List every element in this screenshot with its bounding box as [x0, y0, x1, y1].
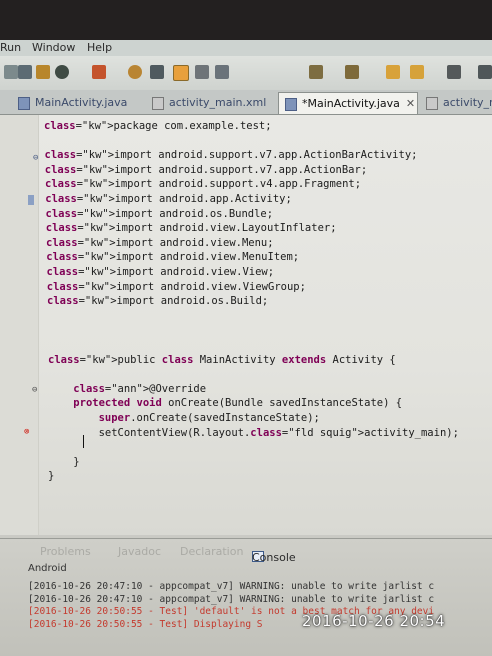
- console-line: [2016-10-26 20:47:10 - appcompat_v7] WAR…: [28, 581, 435, 592]
- toolbar: [0, 56, 492, 91]
- tab-javadoc[interactable]: Javadoc: [118, 545, 161, 558]
- code-line: protected void onCreate(Bundle savedInst…: [73, 397, 403, 410]
- annotation-next-icon[interactable]: [309, 65, 323, 79]
- code-line: class="kw">import android.view.LayoutInf…: [45, 222, 337, 235]
- tab-activity-main-xml[interactable]: activity_main.xml: [146, 92, 278, 114]
- java-file-icon: [285, 97, 297, 111]
- console-tab-bar: Problems Javadoc Declaration Console: [0, 539, 492, 564]
- code-line: class="ann">@Override: [73, 382, 207, 395]
- code-line: class="kw">import android.view.MenuItem;: [46, 251, 300, 264]
- editor-tab-bar: MainActivity.java activity_main.xml *Mai…: [0, 90, 492, 115]
- code-line: class="kw">public class MainActivity ext…: [48, 353, 396, 366]
- console-line: [2016-10-26 20:50:55 - Test] Displaying …: [28, 618, 263, 630]
- code-line: super.onCreate(savedInstanceState);: [98, 412, 320, 424]
- overflow-icon[interactable]: [478, 65, 492, 79]
- debug-icon[interactable]: [128, 65, 142, 79]
- code-line: class="kw">import android.view.View;: [46, 266, 275, 278]
- tab-problems[interactable]: Problems: [40, 545, 91, 558]
- xml-file-icon: [152, 96, 164, 110]
- code-line: class="kw">import android.view.ViewGroup…: [46, 280, 306, 293]
- menu-run[interactable]: Run: [0, 41, 21, 54]
- code-line: class="kw">import android.os.Bundle;: [45, 207, 274, 220]
- code-line: class="kw">import android.support.v7.app…: [44, 163, 368, 176]
- code-line: class="kw">import android.os.Build;: [47, 295, 269, 308]
- tool-icon[interactable]: [4, 65, 18, 79]
- menu-bar: Run Window Help: [0, 40, 492, 56]
- change-marker: [28, 195, 34, 205]
- code-line: }: [48, 470, 55, 483]
- menu-help[interactable]: Help: [87, 41, 112, 54]
- fold-icon[interactable]: ⊖: [32, 385, 37, 395]
- error-icon: ⊗: [24, 427, 30, 437]
- tab-label: activity_m: [443, 96, 492, 109]
- code-line: class="kw">import android.view.Menu;: [46, 236, 274, 249]
- refresh-icon[interactable]: [55, 65, 69, 79]
- pen-icon[interactable]: [92, 65, 106, 79]
- menu-window[interactable]: Window: [32, 41, 75, 54]
- code-line: }: [48, 455, 80, 468]
- editor-gutter: [0, 115, 39, 535]
- close-icon[interactable]: ✕: [406, 97, 415, 110]
- list-icon[interactable]: [195, 65, 209, 79]
- paragraph-icon[interactable]: [215, 65, 229, 79]
- bookmark-icon[interactable]: [150, 65, 164, 79]
- console-line: [2016-10-26 20:47:10 - appcompat_v7] WAR…: [28, 593, 435, 605]
- tab-console-label: Console: [252, 551, 296, 564]
- tab-declaration[interactable]: Declaration: [180, 545, 243, 558]
- code-line: class="kw">import android.app.Activity;: [45, 193, 292, 205]
- photo-timestamp: 2016-10-26 20:54: [302, 612, 446, 630]
- java-file-icon: [18, 96, 30, 110]
- highlight-icon[interactable]: [173, 65, 189, 81]
- eclipse-window: Run Window Help MainActivity.java activi…: [0, 0, 492, 656]
- tab-label: activity_main.xml: [169, 96, 267, 109]
- tab-label: *MainActivity.java: [302, 97, 400, 110]
- tab-mainactivity-java-active[interactable]: *MainActivity.java ✕: [278, 92, 418, 114]
- search-icon[interactable]: [18, 65, 32, 79]
- tab-mainactivity-java[interactable]: MainActivity.java: [12, 92, 144, 114]
- back-icon[interactable]: [386, 65, 400, 79]
- code-line: setContentView(R.layout.class="fld squig…: [48, 426, 459, 439]
- code-editor[interactable]: ⊖ ⊖ ⊗ class="kw">package com.example.tes…: [0, 115, 492, 535]
- monitor-bezel: [0, 0, 492, 40]
- tab-activity-m[interactable]: activity_m: [420, 92, 492, 114]
- annotation-prev-icon[interactable]: [345, 65, 359, 79]
- console-title: Android: [28, 563, 67, 574]
- xml-file-icon: [426, 96, 438, 110]
- forward-icon[interactable]: [410, 65, 424, 79]
- code-line: class="kw">import android.support.v7.app…: [44, 149, 418, 162]
- code-line: class="kw">package com.example.test;: [44, 120, 272, 132]
- fold-icon[interactable]: ⊖: [33, 153, 38, 163]
- code-line: class="kw">import android.support.v4.app…: [45, 178, 362, 191]
- arrow-right-icon[interactable]: [447, 65, 461, 79]
- tab-label: MainActivity.java: [35, 96, 128, 109]
- package-icon[interactable]: [36, 65, 50, 79]
- console-panel: Problems Javadoc Declaration Console And…: [0, 538, 492, 656]
- text-cursor: [83, 435, 84, 448]
